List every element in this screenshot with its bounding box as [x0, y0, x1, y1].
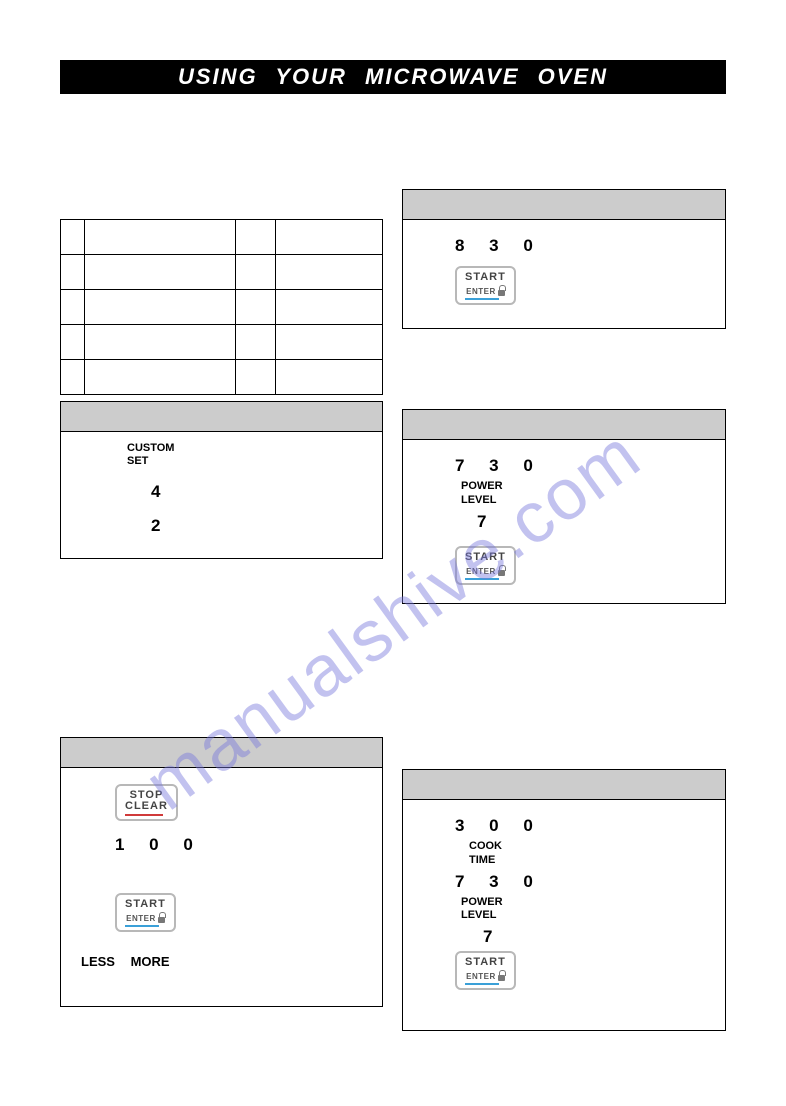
button-label-top: START — [465, 272, 506, 283]
panel-header — [403, 770, 725, 800]
panel-time-830: 8 3 0 START ENTER — [402, 189, 726, 329]
table-row — [61, 325, 383, 360]
button-label-bottom: ENTER — [466, 288, 505, 296]
panel-header — [403, 190, 725, 220]
stop-clear-button[interactable]: STOP CLEAR — [115, 784, 178, 821]
table-row — [61, 360, 383, 395]
power-level-value: 7 — [483, 927, 502, 947]
display-digits: 7 3 0 — [455, 456, 543, 476]
button-label-top: START — [465, 552, 506, 563]
panel-header — [61, 402, 382, 432]
button-label-bottom: ENTER — [466, 568, 505, 576]
custom-set-value-1: 4 — [151, 482, 362, 502]
panel-custom-set: CUSTOM SET 4 2 — [60, 401, 383, 559]
table-row — [61, 220, 383, 255]
button-label-top: START — [125, 899, 166, 910]
panel-header — [403, 410, 725, 440]
custom-set-label: CUSTOM SET — [127, 442, 362, 468]
button-label-bottom: ENTER — [126, 915, 165, 923]
display-digits: 7 3 0 — [455, 872, 543, 892]
button-label-bottom: CLEAR — [125, 801, 168, 812]
power-level-label: POWERLEVEL — [461, 480, 503, 508]
start-enter-button[interactable]: START ENTER — [115, 893, 176, 932]
lock-icon — [498, 973, 505, 981]
lock-icon — [158, 915, 165, 923]
display-digits: 8 3 0 — [455, 236, 705, 256]
power-level-value: 7 — [477, 512, 496, 532]
start-enter-button[interactable]: START ENTER — [455, 951, 516, 990]
button-label-bottom: ENTER — [466, 973, 505, 981]
start-enter-button[interactable]: START ENTER — [455, 546, 516, 585]
less-more-label: LESS MORE — [81, 954, 362, 969]
table-row — [61, 290, 383, 325]
custom-set-value-2: 2 — [151, 516, 362, 536]
power-level-label: POWERLEVEL — [461, 896, 503, 924]
table-row — [61, 255, 383, 290]
button-label-top: START — [465, 957, 506, 968]
display-digits: 3 0 0 — [455, 816, 543, 836]
start-enter-button[interactable]: START ENTER — [455, 266, 516, 305]
lock-icon — [498, 288, 505, 296]
reference-table — [60, 219, 383, 395]
lock-icon — [498, 568, 505, 576]
cook-time-label: COOKTIME — [469, 840, 502, 868]
panel-stop-clear: STOP CLEAR 1 0 0 START ENTER LESS MORE — [60, 737, 383, 1007]
panel-cook-time: 3 0 0 COOKTIME 7 3 0 POWERLEVEL 7 START … — [402, 769, 726, 1031]
display-digits: 1 0 0 — [115, 835, 362, 855]
page-title: USING YOUR MICROWAVE OVEN — [60, 60, 726, 94]
panel-header — [61, 738, 382, 768]
panel-power-730: 7 3 0 POWERLEVEL 7 START ENTER — [402, 409, 726, 604]
